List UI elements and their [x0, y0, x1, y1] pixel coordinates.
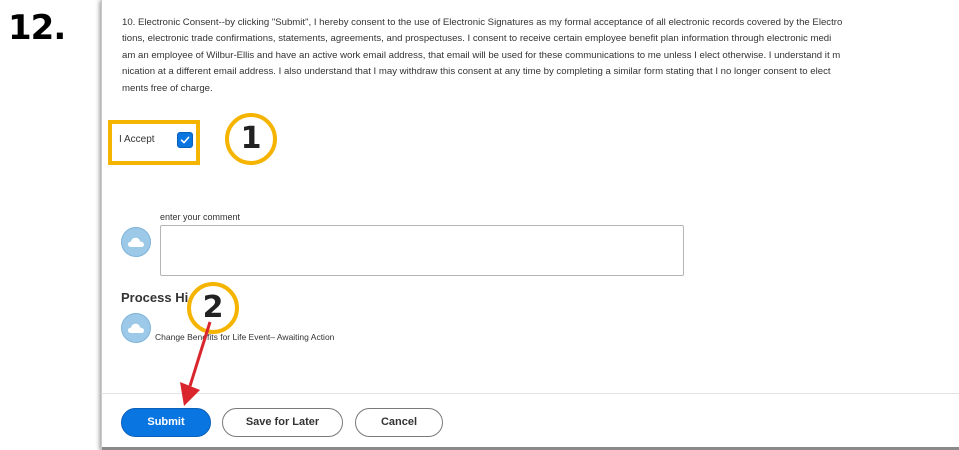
process-avatar — [121, 313, 151, 343]
comment-label: enter your comment — [160, 212, 241, 222]
consent-line: tions, electronic trade confirmations, s… — [122, 33, 832, 45]
submit-button[interactable]: Submit — [121, 408, 211, 437]
consent-line: am an employee of Wilbur-Ellis and have … — [122, 49, 841, 61]
user-avatar — [121, 227, 151, 257]
consent-line: ments free of charge. — [122, 82, 213, 94]
consent-line: 10. Electronic Consent--by clicking "Sub… — [122, 17, 843, 28]
callout-1: 1 — [225, 113, 277, 165]
step-number: 12. — [8, 8, 66, 48]
accept-checkbox[interactable] — [177, 132, 193, 148]
arrow-icon — [180, 321, 212, 406]
checkmark-icon — [180, 136, 190, 144]
consent-line: nication at a different email address. I… — [122, 66, 831, 78]
save-for-later-button[interactable]: Save for Later — [222, 408, 343, 437]
cloud-icon — [127, 237, 144, 247]
comment-input[interactable] — [160, 225, 684, 276]
cloud-icon — [127, 323, 144, 333]
process-history-title: Process Hi — [121, 290, 189, 305]
consent-text: 10. Electronic Consent--by clicking "Sub… — [122, 15, 959, 97]
accept-label: I Accept — [119, 134, 155, 145]
cancel-button[interactable]: Cancel — [355, 408, 443, 437]
